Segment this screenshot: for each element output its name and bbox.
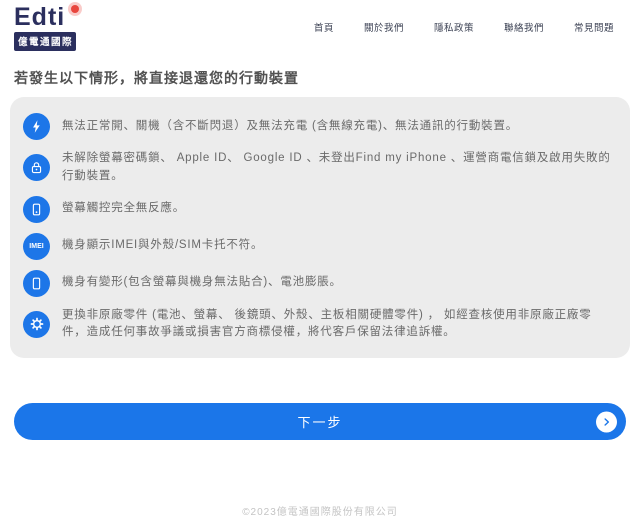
logo-subtitle: 億電通國際: [14, 32, 76, 51]
main-nav: 首頁 關於我們 隱私政策 聯絡我們 常見問題: [314, 20, 626, 34]
phone-icon: [23, 270, 50, 297]
list-item: 未解除螢幕密碼鎖、 Apple ID、 Google ID 、未登出Find m…: [23, 145, 614, 191]
condition-text: 螢幕觸控完全無反應。: [62, 200, 185, 218]
list-item: 機身有變形(包含螢幕與機身無法貼合)、電池膨脹。: [23, 265, 614, 302]
touch-screen-icon: [23, 196, 50, 223]
nav-item-faq[interactable]: 常見問題: [574, 20, 614, 34]
brand-logo[interactable]: Edti 億電通國際: [14, 4, 76, 51]
conditions-panel: 無法正常開、關機（含不斷閃退）及無法充電 (含無線充電)、無法通訊的行動裝置。 …: [10, 97, 630, 358]
next-step-button-label: 下一步: [297, 412, 342, 431]
list-item: 螢幕觸控完全無反應。: [23, 191, 614, 228]
condition-text: 更換非原廠零件 (電池、螢幕、 後鏡頭、外殼、主板相關硬體零件) ， 如經查核使…: [62, 307, 614, 343]
condition-text: 機身有變形(包含螢幕與機身無法貼合)、電池膨脹。: [62, 274, 342, 292]
lock-icon: [23, 154, 50, 181]
nav-item-contact[interactable]: 聯絡我們: [504, 20, 544, 34]
copyright-text: ©2023億電通國際股份有限公司: [0, 503, 640, 518]
logo-red-dot-icon: [71, 5, 79, 13]
nav-item-privacy[interactable]: 隱私政策: [434, 20, 474, 34]
list-item: 更換非原廠零件 (電池、螢幕、 後鏡頭、外殼、主板相關硬體零件) ， 如經查核使…: [23, 302, 614, 348]
list-item: 無法正常開、關機（含不斷閃退）及無法充電 (含無線充電)、無法通訊的行動裝置。: [23, 108, 614, 145]
condition-text: 無法正常開、關機（含不斷閃退）及無法充電 (含無線充電)、無法通訊的行動裝置。: [62, 118, 518, 136]
imei-icon-label: IMEI: [29, 243, 43, 250]
nav-item-about[interactable]: 關於我們: [364, 20, 404, 34]
list-item: IMEI 機身顯示IMEI與外殼/SIM卡托不符。: [23, 228, 614, 265]
nav-item-home[interactable]: 首頁: [314, 20, 334, 34]
chevron-right-icon: [596, 411, 617, 432]
header: Edti 億電通國際 首頁 關於我們 隱私政策 聯絡我們 常見問題: [0, 0, 640, 51]
condition-text: 機身顯示IMEI與外殼/SIM卡托不符。: [62, 237, 263, 255]
imei-icon: IMEI: [23, 233, 50, 260]
lightning-icon: [23, 113, 50, 140]
logo-wordmark: Edti: [14, 4, 76, 30]
next-step-button[interactable]: 下一步: [14, 403, 626, 440]
condition-text: 未解除螢幕密碼鎖、 Apple ID、 Google ID 、未登出Find m…: [62, 150, 614, 186]
page-title: 若發生以下情形，將直接退還您的行動裝置: [14, 68, 626, 88]
gear-icon: [23, 311, 50, 338]
